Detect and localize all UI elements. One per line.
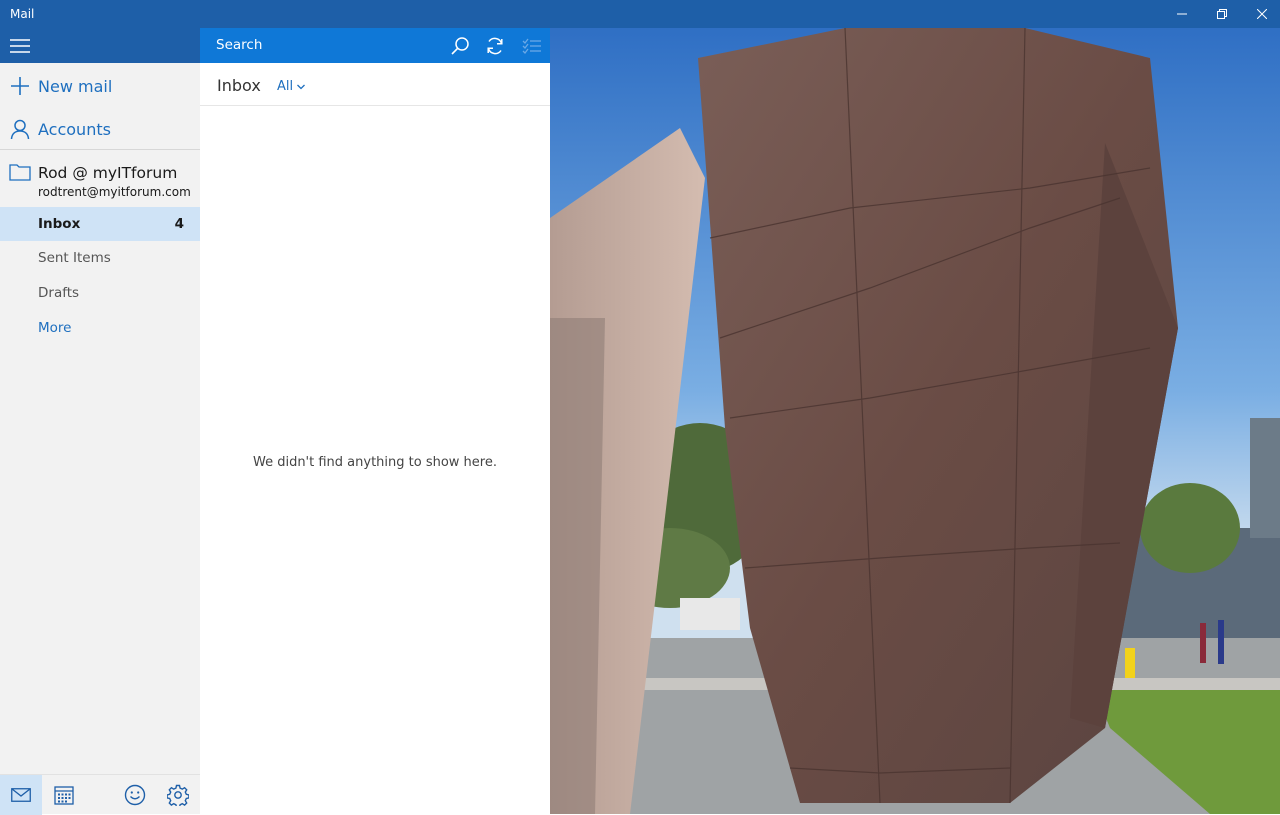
account-name[interactable]: Rod @ myITforum bbox=[38, 164, 177, 182]
restore-icon bbox=[1217, 9, 1227, 19]
nav-header bbox=[0, 28, 200, 63]
folder-label: More bbox=[38, 320, 72, 336]
folder-label: Sent Items bbox=[38, 250, 111, 266]
filter-dropdown[interactable]: All bbox=[277, 79, 306, 94]
accounts-label: Accounts bbox=[38, 119, 111, 139]
minimize-button[interactable] bbox=[1162, 0, 1202, 28]
minimize-icon bbox=[1177, 13, 1187, 15]
calendar-switch-button[interactable] bbox=[43, 775, 85, 815]
folder-item-drafts[interactable]: Drafts bbox=[0, 276, 200, 310]
mail-icon bbox=[11, 788, 31, 802]
filter-label: All bbox=[277, 79, 294, 94]
account-email: rodtrent@myitforum.com bbox=[38, 185, 191, 199]
selection-mode-icon[interactable] bbox=[522, 36, 542, 56]
chevron-down-icon bbox=[297, 84, 306, 89]
accounts-button[interactable]: Accounts bbox=[0, 109, 200, 149]
plus-icon bbox=[11, 77, 29, 95]
search-icon[interactable] bbox=[450, 36, 470, 56]
close-icon bbox=[1257, 9, 1267, 19]
feedback-button[interactable] bbox=[114, 775, 156, 815]
settings-button[interactable] bbox=[157, 775, 199, 815]
window-title: Mail bbox=[10, 7, 35, 21]
nav-divider bbox=[0, 149, 200, 150]
search-input[interactable]: Search bbox=[216, 37, 262, 53]
sync-icon[interactable] bbox=[485, 36, 505, 56]
hamburger-menu-icon[interactable] bbox=[10, 39, 30, 53]
new-mail-button[interactable]: New mail bbox=[0, 66, 200, 106]
message-list-pane: Search Inbox All We didn't find anything… bbox=[200, 28, 550, 814]
empty-state-message: We didn't find anything to show here. bbox=[252, 455, 497, 470]
unread-count: 4 bbox=[174, 216, 184, 232]
navigation-pane: New mail Accounts Rod @ myITforum rodtre… bbox=[0, 28, 200, 815]
new-mail-label: New mail bbox=[38, 76, 113, 96]
restore-button[interactable] bbox=[1202, 0, 1242, 28]
close-button[interactable] bbox=[1242, 0, 1280, 28]
folder-header: Inbox All bbox=[200, 63, 550, 106]
folder-item-more[interactable]: More bbox=[0, 311, 200, 345]
app-switcher-bar bbox=[0, 774, 200, 815]
folder-item-sent-items[interactable]: Sent Items bbox=[0, 241, 200, 275]
settings-gear-icon bbox=[167, 784, 189, 806]
title-bar: Mail bbox=[0, 0, 1280, 28]
folder-icon bbox=[9, 164, 31, 181]
folder-title: Inbox bbox=[217, 76, 261, 95]
folder-label: Drafts bbox=[38, 285, 80, 301]
folder-item-inbox[interactable]: Inbox 4 bbox=[0, 207, 200, 241]
mail-switch-button[interactable] bbox=[0, 775, 42, 815]
calendar-icon bbox=[54, 786, 74, 805]
search-bar: Search bbox=[200, 28, 550, 63]
reading-pane-background-photo bbox=[550, 28, 1280, 814]
folder-label: Inbox bbox=[38, 216, 81, 232]
feedback-smiley-icon bbox=[124, 784, 146, 806]
person-icon bbox=[10, 119, 30, 139]
